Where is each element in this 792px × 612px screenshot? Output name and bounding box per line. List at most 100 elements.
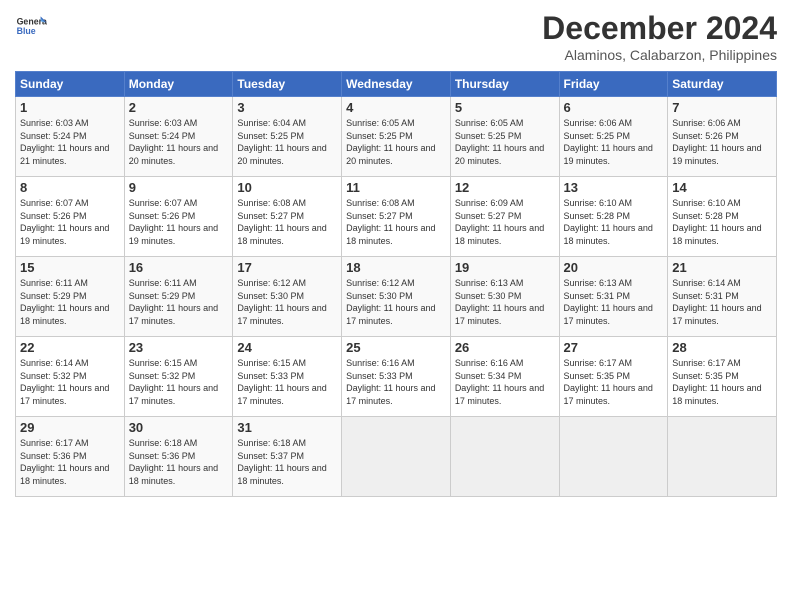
day-number: 4 xyxy=(346,100,446,115)
column-header-friday: Friday xyxy=(559,72,668,97)
day-info: Sunrise: 6:07 AMSunset: 5:26 PMDaylight:… xyxy=(129,197,229,247)
calendar-cell: 26 Sunrise: 6:16 AMSunset: 5:34 PMDayligh… xyxy=(450,337,559,417)
day-info: Sunrise: 6:17 AMSunset: 5:35 PMDaylight:… xyxy=(672,357,772,407)
day-info: Sunrise: 6:15 AMSunset: 5:32 PMDaylight:… xyxy=(129,357,229,407)
calendar-cell: 7 Sunrise: 6:06 AMSunset: 5:26 PMDaylight… xyxy=(668,97,777,177)
day-number: 22 xyxy=(20,340,120,355)
calendar-cell: 15 Sunrise: 6:11 AMSunset: 5:29 PMDayligh… xyxy=(16,257,125,337)
day-number: 29 xyxy=(20,420,120,435)
calendar-cell: 28 Sunrise: 6:17 AMSunset: 5:35 PMDayligh… xyxy=(668,337,777,417)
calendar-cell: 4 Sunrise: 6:05 AMSunset: 5:25 PMDaylight… xyxy=(342,97,451,177)
day-number: 26 xyxy=(455,340,555,355)
day-number: 14 xyxy=(672,180,772,195)
day-info: Sunrise: 6:11 AMSunset: 5:29 PMDaylight:… xyxy=(129,277,229,327)
day-number: 28 xyxy=(672,340,772,355)
day-number: 25 xyxy=(346,340,446,355)
day-info: Sunrise: 6:08 AMSunset: 5:27 PMDaylight:… xyxy=(346,197,446,247)
calendar-table: SundayMondayTuesdayWednesdayThursdayFrid… xyxy=(15,71,777,497)
day-info: Sunrise: 6:10 AMSunset: 5:28 PMDaylight:… xyxy=(672,197,772,247)
day-info: Sunrise: 6:17 AMSunset: 5:35 PMDaylight:… xyxy=(564,357,664,407)
day-info: Sunrise: 6:14 AMSunset: 5:32 PMDaylight:… xyxy=(20,357,120,407)
column-header-wednesday: Wednesday xyxy=(342,72,451,97)
calendar-cell: 10 Sunrise: 6:08 AMSunset: 5:27 PMDayligh… xyxy=(233,177,342,257)
day-number: 23 xyxy=(129,340,229,355)
day-info: Sunrise: 6:12 AMSunset: 5:30 PMDaylight:… xyxy=(346,277,446,327)
calendar-cell: 13 Sunrise: 6:10 AMSunset: 5:28 PMDayligh… xyxy=(559,177,668,257)
location-title: Alaminos, Calabarzon, Philippines xyxy=(542,47,777,63)
day-number: 20 xyxy=(564,260,664,275)
day-number: 31 xyxy=(237,420,337,435)
day-number: 15 xyxy=(20,260,120,275)
calendar-week-3: 15 Sunrise: 6:11 AMSunset: 5:29 PMDayligh… xyxy=(16,257,777,337)
calendar-cell xyxy=(450,417,559,497)
calendar-cell: 14 Sunrise: 6:10 AMSunset: 5:28 PMDayligh… xyxy=(668,177,777,257)
calendar-week-2: 8Sunrise: 6:07 AMSunset: 5:26 PMDaylight… xyxy=(16,177,777,257)
calendar-cell: 9Sunrise: 6:07 AMSunset: 5:26 PMDaylight… xyxy=(124,177,233,257)
day-number: 10 xyxy=(237,180,337,195)
calendar-cell: 22 Sunrise: 6:14 AMSunset: 5:32 PMDayligh… xyxy=(16,337,125,417)
calendar-cell: 12Sunrise: 6:09 AMSunset: 5:27 PMDayligh… xyxy=(450,177,559,257)
calendar-week-1: 1 Sunrise: 6:03 AMSunset: 5:24 PMDaylight… xyxy=(16,97,777,177)
day-number: 21 xyxy=(672,260,772,275)
day-info: Sunrise: 6:05 AMSunset: 5:25 PMDaylight:… xyxy=(455,117,555,167)
day-number: 3 xyxy=(237,100,337,115)
title-area: December 2024 Alaminos, Calabarzon, Phil… xyxy=(542,10,777,63)
month-title: December 2024 xyxy=(542,10,777,47)
day-info: Sunrise: 6:13 AMSunset: 5:31 PMDaylight:… xyxy=(564,277,664,327)
day-number: 13 xyxy=(564,180,664,195)
calendar-cell xyxy=(559,417,668,497)
column-header-saturday: Saturday xyxy=(668,72,777,97)
day-info: Sunrise: 6:09 AMSunset: 5:27 PMDaylight:… xyxy=(455,197,555,247)
svg-text:Blue: Blue xyxy=(17,26,36,36)
calendar-cell: 30 Sunrise: 6:18 AMSunset: 5:36 PMDayligh… xyxy=(124,417,233,497)
day-info: Sunrise: 6:16 AMSunset: 5:34 PMDaylight:… xyxy=(455,357,555,407)
day-number: 16 xyxy=(129,260,229,275)
calendar-cell: 17Sunrise: 6:12 AMSunset: 5:30 PMDayligh… xyxy=(233,257,342,337)
day-info: Sunrise: 6:13 AMSunset: 5:30 PMDaylight:… xyxy=(455,277,555,327)
day-info: Sunrise: 6:18 AMSunset: 5:36 PMDaylight:… xyxy=(129,437,229,487)
column-header-sunday: Sunday xyxy=(16,72,125,97)
column-header-monday: Monday xyxy=(124,72,233,97)
calendar-week-5: 29 Sunrise: 6:17 AMSunset: 5:36 PMDayligh… xyxy=(16,417,777,497)
calendar-cell: 25 Sunrise: 6:16 AMSunset: 5:33 PMDayligh… xyxy=(342,337,451,417)
calendar-header-row: SundayMondayTuesdayWednesdayThursdayFrid… xyxy=(16,72,777,97)
calendar-body: 1 Sunrise: 6:03 AMSunset: 5:24 PMDaylight… xyxy=(16,97,777,497)
calendar-cell: 11 Sunrise: 6:08 AMSunset: 5:27 PMDayligh… xyxy=(342,177,451,257)
column-header-tuesday: Tuesday xyxy=(233,72,342,97)
calendar-cell: 27 Sunrise: 6:17 AMSunset: 5:35 PMDayligh… xyxy=(559,337,668,417)
calendar-cell: 18 Sunrise: 6:12 AMSunset: 5:30 PMDayligh… xyxy=(342,257,451,337)
day-info: Sunrise: 6:05 AMSunset: 5:25 PMDaylight:… xyxy=(346,117,446,167)
calendar-cell: 21 Sunrise: 6:14 AMSunset: 5:31 PMDayligh… xyxy=(668,257,777,337)
calendar-cell: 19Sunrise: 6:13 AMSunset: 5:30 PMDayligh… xyxy=(450,257,559,337)
day-info: Sunrise: 6:06 AMSunset: 5:26 PMDaylight:… xyxy=(672,117,772,167)
day-info: Sunrise: 6:03 AMSunset: 5:24 PMDaylight:… xyxy=(20,117,120,167)
day-info: Sunrise: 6:11 AMSunset: 5:29 PMDaylight:… xyxy=(20,277,120,327)
calendar-cell: 3Sunrise: 6:04 AMSunset: 5:25 PMDaylight… xyxy=(233,97,342,177)
day-number: 18 xyxy=(346,260,446,275)
day-number: 11 xyxy=(346,180,446,195)
day-number: 27 xyxy=(564,340,664,355)
day-info: Sunrise: 6:14 AMSunset: 5:31 PMDaylight:… xyxy=(672,277,772,327)
calendar-cell xyxy=(668,417,777,497)
calendar-cell: 20 Sunrise: 6:13 AMSunset: 5:31 PMDayligh… xyxy=(559,257,668,337)
day-info: Sunrise: 6:17 AMSunset: 5:36 PMDaylight:… xyxy=(20,437,120,487)
day-number: 30 xyxy=(129,420,229,435)
column-header-thursday: Thursday xyxy=(450,72,559,97)
day-info: Sunrise: 6:16 AMSunset: 5:33 PMDaylight:… xyxy=(346,357,446,407)
logo: General Blue xyxy=(15,10,47,42)
day-number: 2 xyxy=(129,100,229,115)
calendar-week-4: 22 Sunrise: 6:14 AMSunset: 5:32 PMDayligh… xyxy=(16,337,777,417)
day-info: Sunrise: 6:10 AMSunset: 5:28 PMDaylight:… xyxy=(564,197,664,247)
day-number: 17 xyxy=(237,260,337,275)
day-number: 1 xyxy=(20,100,120,115)
day-info: Sunrise: 6:08 AMSunset: 5:27 PMDaylight:… xyxy=(237,197,337,247)
day-info: Sunrise: 6:03 AMSunset: 5:24 PMDaylight:… xyxy=(129,117,229,167)
calendar-cell: 6Sunrise: 6:06 AMSunset: 5:25 PMDaylight… xyxy=(559,97,668,177)
calendar-cell: 23 Sunrise: 6:15 AMSunset: 5:32 PMDayligh… xyxy=(124,337,233,417)
calendar-cell: 16 Sunrise: 6:11 AMSunset: 5:29 PMDayligh… xyxy=(124,257,233,337)
day-number: 6 xyxy=(564,100,664,115)
calendar-cell: 8Sunrise: 6:07 AMSunset: 5:26 PMDaylight… xyxy=(16,177,125,257)
day-info: Sunrise: 6:15 AMSunset: 5:33 PMDaylight:… xyxy=(237,357,337,407)
calendar-cell xyxy=(342,417,451,497)
day-number: 7 xyxy=(672,100,772,115)
